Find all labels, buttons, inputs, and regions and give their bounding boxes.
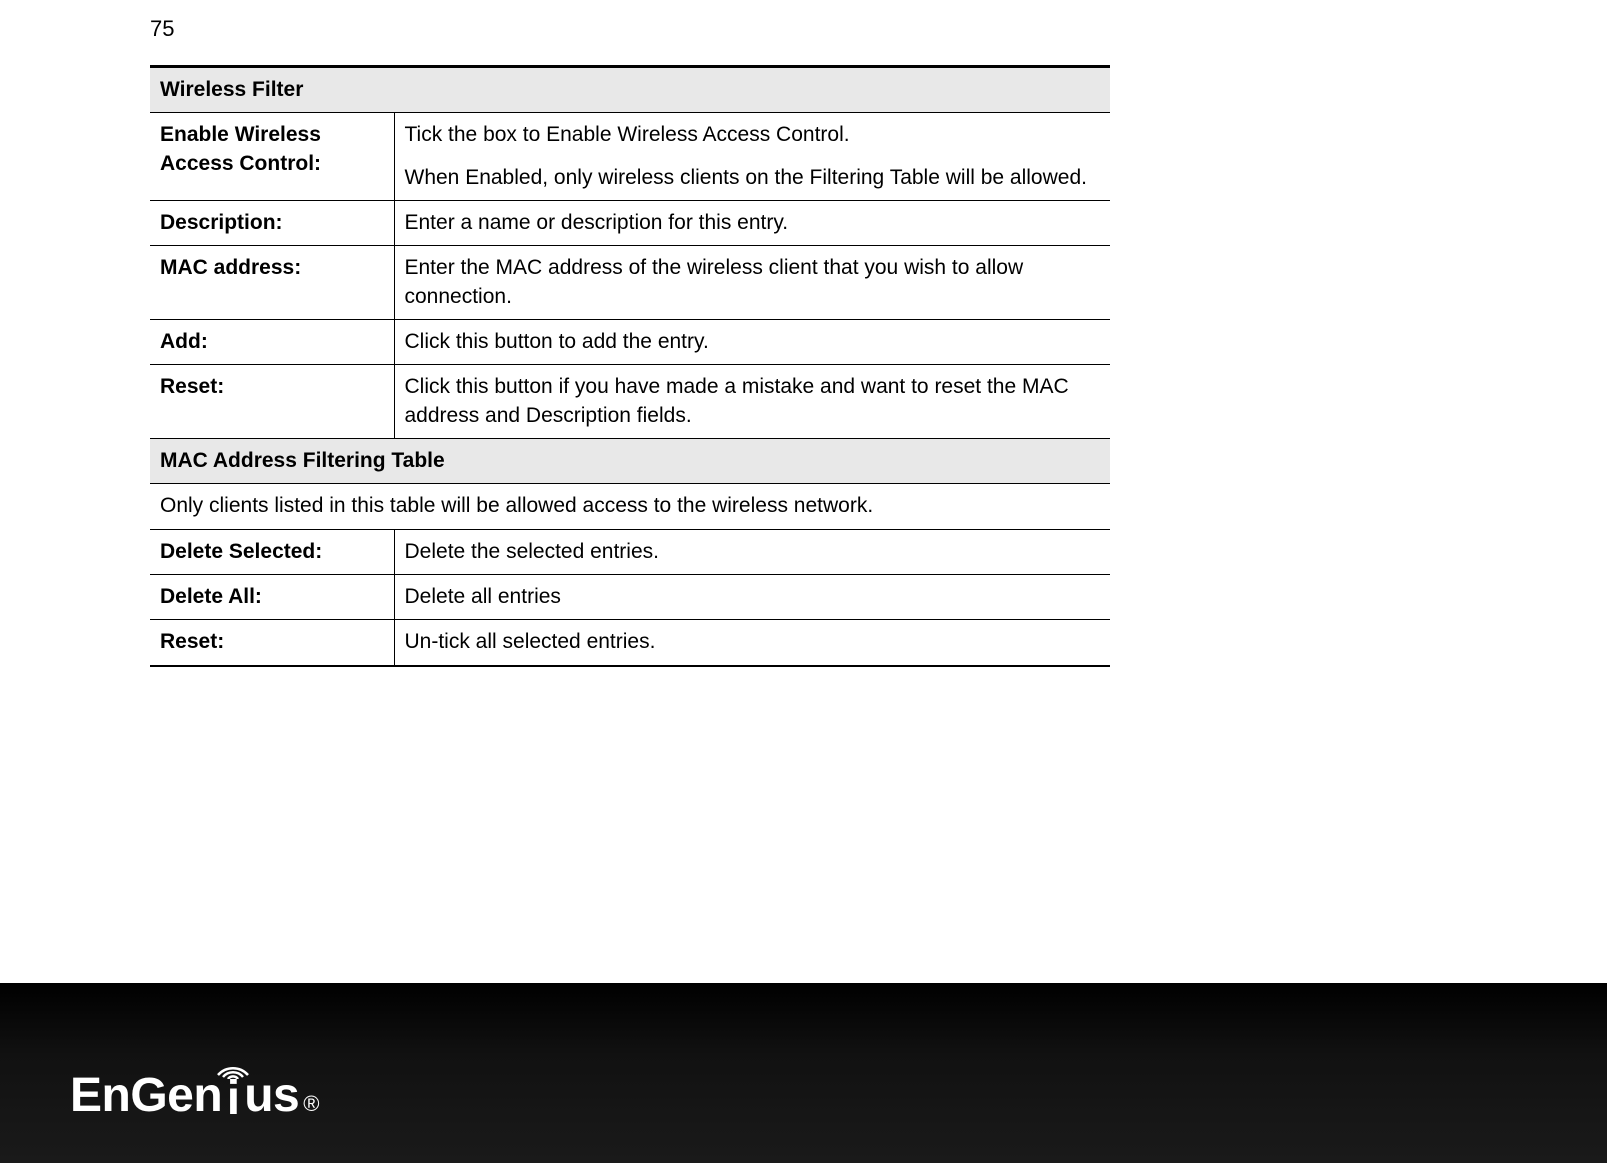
page-footer: EnGen i us ® <box>0 983 1607 1163</box>
logo-part-us: us <box>244 1068 299 1123</box>
row-description: Delete all entries <box>394 575 1110 620</box>
row-label: Enable Wireless Access Control: <box>150 113 394 201</box>
section-header-cell: MAC Address Filtering Table <box>150 439 1110 484</box>
table-row: Reset: Un-tick all selected entries. <box>150 620 1110 666</box>
row-label: MAC address: <box>150 246 394 320</box>
row-label: Reset: <box>150 620 394 666</box>
desc-text-line1: Tick the box to Enable Wireless Access C… <box>405 123 850 146</box>
logo-part-en: EnGen <box>70 1068 222 1123</box>
row-description: Enter a name or description for this ent… <box>394 201 1110 246</box>
row-label: Reset: <box>150 365 394 439</box>
row-label: Description: <box>150 201 394 246</box>
table-row: Enable Wireless Access Control: Tick the… <box>150 113 1110 201</box>
section-note-row: Only clients listed in this table will b… <box>150 484 1110 529</box>
row-description: Un-tick all selected entries. <box>394 620 1110 666</box>
logo-text: EnGen i us <box>70 1068 299 1123</box>
table-row: Description: Enter a name or description… <box>150 201 1110 246</box>
table-row: Delete Selected: Delete the selected ent… <box>150 529 1110 574</box>
content-table-wrapper: Wireless Filter Enable Wireless Access C… <box>150 65 1110 667</box>
row-description: Delete the selected entries. <box>394 529 1110 574</box>
table-row: Add: Click this button to add the entry. <box>150 320 1110 365</box>
wireless-filter-table: Wireless Filter Enable Wireless Access C… <box>150 65 1110 667</box>
logo-i-with-wifi: i <box>222 1075 244 1123</box>
registered-trademark-icon: ® <box>303 1091 319 1117</box>
table-row: MAC address: Enter the MAC address of th… <box>150 246 1110 320</box>
section-header-cell: Wireless Filter <box>150 67 1110 113</box>
row-label: Add: <box>150 320 394 365</box>
footer-inner: EnGen i us ® <box>0 983 1607 1123</box>
row-label: Delete All: <box>150 575 394 620</box>
row-description: Click this button if you have made a mis… <box>394 365 1110 439</box>
desc-text-line2: When Enabled, only wireless clients on t… <box>405 164 1101 192</box>
row-description: Click this button to add the entry. <box>394 320 1110 365</box>
page-number: 75 <box>150 16 174 42</box>
logo-part-i: i <box>222 1075 244 1123</box>
table-row: Reset: Click this button if you have mad… <box>150 365 1110 439</box>
section-note-cell: Only clients listed in this table will b… <box>150 484 1110 529</box>
section-header-row: Wireless Filter <box>150 67 1110 113</box>
table-row: Delete All: Delete all entries <box>150 575 1110 620</box>
engenius-logo: EnGen i us ® <box>70 1068 1607 1123</box>
row-description: Enter the MAC address of the wireless cl… <box>394 246 1110 320</box>
row-label: Delete Selected: <box>150 529 394 574</box>
section-header-row: MAC Address Filtering Table <box>150 439 1110 484</box>
row-description: Tick the box to Enable Wireless Access C… <box>394 113 1110 201</box>
